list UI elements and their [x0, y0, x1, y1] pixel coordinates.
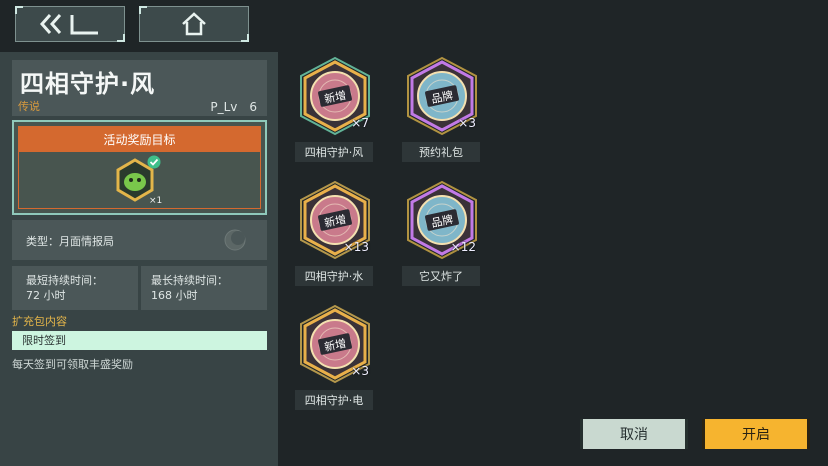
rarity-label: 传说: [18, 100, 40, 113]
item-label: 它又炸了: [402, 266, 480, 286]
min-duration-label: 最短持续时间：: [26, 274, 103, 287]
reward-qty: ×1: [149, 196, 163, 206]
item-qty: ×12: [450, 240, 476, 254]
expansion-item: 限时签到: [12, 331, 267, 350]
min-duration-value: 72 小时: [26, 289, 66, 302]
max-duration-card: 最长持续时间： 168 小时: [141, 266, 267, 310]
item-title: 四相守护·风: [20, 70, 156, 98]
reward-target-card: 活动奖励目标 ×1: [12, 120, 267, 215]
min-duration-card: 最短持续时间： 72 小时: [12, 266, 138, 310]
home-icon: [182, 12, 206, 36]
moon-emblem-icon: [224, 229, 246, 251]
item-label: 四相守护·水: [295, 266, 373, 286]
open-button[interactable]: 开启: [702, 419, 810, 449]
pack-item[interactable]: 新增 ×3 四相守护·电: [293, 302, 381, 410]
level-label: P_Lv 6: [210, 100, 257, 114]
expansion-item-label: 限时签到: [22, 334, 66, 347]
item-qty: ×3: [351, 364, 369, 378]
item-label: 预约礼包: [402, 142, 480, 162]
max-duration-label: 最长持续时间：: [151, 274, 228, 287]
item-label: 四相守护·电: [295, 390, 373, 410]
pack-item[interactable]: 品牌 ×12 它又炸了: [400, 178, 488, 286]
expansion-desc: 每天签到可领取丰盛奖励: [12, 358, 133, 371]
expansion-label: 扩充包内容: [12, 315, 67, 328]
check-icon: [147, 155, 161, 169]
home-button[interactable]: [139, 6, 249, 42]
type-card: 类型：月面情报局: [12, 220, 267, 260]
pack-item[interactable]: 品牌 ×3 预约礼包: [400, 54, 488, 162]
title-card: 四相守护·风 传说 P_Lv 6: [12, 60, 267, 116]
reward-header: 活动奖励目标: [18, 126, 261, 152]
reward-item[interactable]: ×1: [115, 155, 163, 208]
back-arrow-icon: [39, 14, 98, 35]
item-qty: ×13: [343, 240, 369, 254]
item-label: 四相守护·风: [295, 142, 373, 162]
cancel-button[interactable]: 取消: [580, 419, 688, 449]
item-qty: ×7: [351, 116, 369, 130]
pack-item[interactable]: 新增 ×13 四相守护·水: [293, 178, 381, 286]
max-duration-value: 168 小时: [151, 289, 198, 302]
back-button[interactable]: [15, 6, 125, 42]
type-label: 类型：月面情报局: [26, 235, 114, 248]
pack-item[interactable]: 新增 ×7 四相守护·风: [293, 54, 381, 162]
item-qty: ×3: [458, 116, 476, 130]
